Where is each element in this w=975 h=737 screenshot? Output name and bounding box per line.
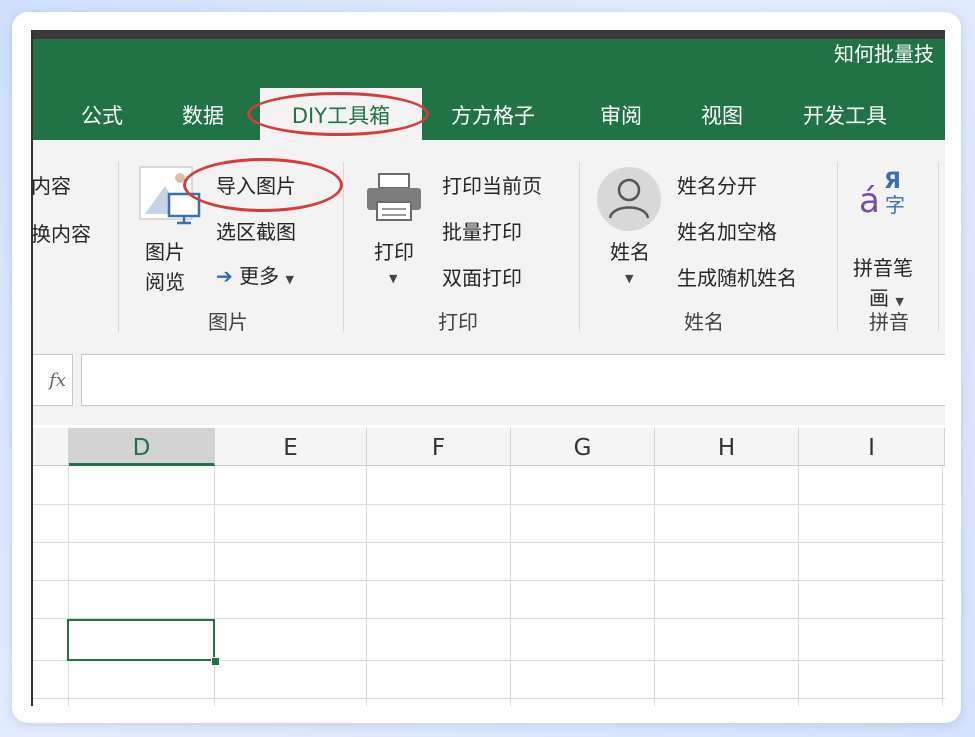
column-header-d[interactable]: D xyxy=(69,428,215,466)
chevron-down-icon: ▼ xyxy=(285,273,294,286)
group-separator xyxy=(938,162,939,332)
print-label[interactable]: 打印 xyxy=(374,236,414,265)
column-header-partial[interactable] xyxy=(31,428,69,466)
grid-column-line xyxy=(654,466,655,706)
tab-view[interactable]: 视图 xyxy=(701,88,743,140)
split-name-button[interactable]: 姓名分开 xyxy=(677,170,757,199)
batch-print-button[interactable]: 批量打印 xyxy=(442,216,522,245)
group-separator xyxy=(837,162,838,332)
tab-review[interactable]: 审阅 xyxy=(600,88,642,140)
more-label: 更多 xyxy=(239,264,280,288)
image-preview-label-1[interactable]: 图片 xyxy=(145,236,185,265)
pinyin-stroke-label-1[interactable]: 拼音笔 xyxy=(853,252,913,281)
svg-text:á: á xyxy=(859,181,880,221)
grid-row-line xyxy=(31,542,945,543)
pinyin-group-label: 拼音 xyxy=(869,310,909,334)
fill-handle[interactable] xyxy=(211,657,220,666)
grid-row-line xyxy=(31,504,945,505)
area-screenshot-button[interactable]: 选区截图 xyxy=(216,216,296,245)
content-item-2[interactable]: 换内容 xyxy=(31,218,91,247)
tab-data[interactable]: 数据 xyxy=(182,88,224,140)
grid-column-line xyxy=(68,466,69,706)
excel-window: 知何批量技 公式 数据 DIY工具箱 方方格子 审阅 视图 开发工具 内容 换内… xyxy=(31,30,945,706)
window-title: 知何批量技 xyxy=(834,42,934,66)
name-group-label: 姓名 xyxy=(684,310,724,334)
screenshot-card: 知何批量技 公式 数据 DIY工具箱 方方格子 审阅 视图 开发工具 内容 换内… xyxy=(12,12,961,723)
formula-bar-area: fx xyxy=(31,340,945,425)
chevron-down-icon[interactable]: ▼ xyxy=(625,272,633,285)
import-image-button[interactable]: 导入图片 xyxy=(216,170,296,199)
print-current-page-button[interactable]: 打印当前页 xyxy=(442,170,542,199)
column-header-i[interactable]: I xyxy=(799,428,945,466)
column-header-f[interactable]: F xyxy=(367,428,511,466)
column-header-g[interactable]: G xyxy=(511,428,655,466)
group-separator xyxy=(118,162,119,332)
grid-column-line xyxy=(366,466,367,706)
column-header-e[interactable]: E xyxy=(215,428,367,466)
window-left-border xyxy=(31,30,33,706)
column-header-h[interactable]: H xyxy=(655,428,799,466)
random-name-button[interactable]: 生成随机姓名 xyxy=(677,262,797,291)
name-label[interactable]: 姓名 xyxy=(610,236,650,265)
svg-text:Я: Я xyxy=(884,169,901,194)
grid-row-line xyxy=(31,698,945,699)
active-cell[interactable] xyxy=(67,619,215,661)
ribbon-panel: 内容 换内容 图片 阅览 导入图片 选区截图 ➔ 更多 ▼ 图片 打印 ▼ 打印… xyxy=(31,140,945,341)
printer-icon[interactable] xyxy=(365,172,423,222)
more-dropdown-button[interactable]: ➔ 更多 ▼ xyxy=(216,260,294,289)
image-group-label: 图片 xyxy=(208,310,248,334)
group-separator xyxy=(579,162,580,332)
grid-column-line xyxy=(798,466,799,706)
group-separator xyxy=(343,162,344,332)
worksheet-grid[interactable] xyxy=(31,466,945,706)
tab-diy-toolbox[interactable]: DIY工具箱 xyxy=(260,88,422,140)
window-top-strip xyxy=(31,30,945,39)
pinyin-icon[interactable]: á Я 字 xyxy=(857,166,915,226)
tab-formulas[interactable]: 公式 xyxy=(81,88,123,140)
formula-input[interactable] xyxy=(81,354,945,406)
chevron-down-icon[interactable]: ▼ xyxy=(389,272,397,285)
duplex-print-button[interactable]: 双面打印 xyxy=(442,262,522,291)
tab-fangfang-gezi[interactable]: 方方格子 xyxy=(451,88,535,140)
insert-function-button[interactable]: fx xyxy=(31,354,73,406)
grid-column-line xyxy=(214,466,215,706)
grid-column-line xyxy=(942,466,943,706)
title-bar: 知何批量技 xyxy=(31,30,945,88)
grid-row-line xyxy=(31,580,945,581)
grid-column-line xyxy=(510,466,511,706)
user-avatar-icon[interactable] xyxy=(596,166,662,232)
svg-text:字: 字 xyxy=(885,193,905,217)
print-group-label: 打印 xyxy=(438,310,478,334)
tab-developer[interactable]: 开发工具 xyxy=(803,88,887,140)
image-preview-icon[interactable] xyxy=(139,166,201,228)
name-spacing-button[interactable]: 姓名加空格 xyxy=(677,216,777,245)
content-item-1[interactable]: 内容 xyxy=(31,170,71,199)
ribbon-tab-bar: 公式 数据 DIY工具箱 方方格子 审阅 视图 开发工具 xyxy=(31,88,945,140)
image-preview-label-2[interactable]: 阅览 xyxy=(145,266,185,295)
arrow-right-icon: ➔ xyxy=(216,264,233,288)
